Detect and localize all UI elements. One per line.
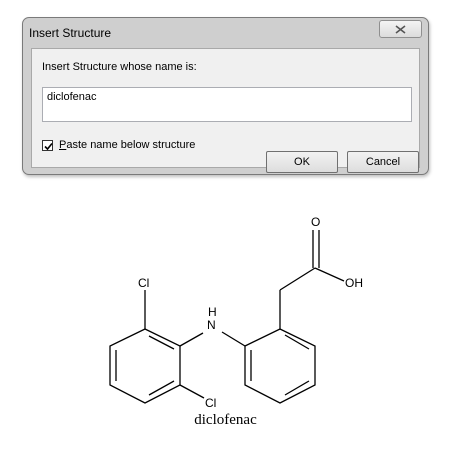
- atom-cl-top: Cl: [138, 276, 149, 290]
- structure-caption: diclofenac: [194, 412, 257, 428]
- atom-oh: OH: [345, 276, 363, 290]
- right-ring: [244, 328, 316, 404]
- structure-bonds: [109, 230, 345, 404]
- bond-n-c: [221, 331, 246, 347]
- left-ring-double-bonds: [115, 335, 175, 396]
- bond-c-oh: [314, 267, 345, 282]
- diclofenac-structure: O OH Cl Cl H N: [109, 215, 363, 410]
- bond-ch2-c: [279, 267, 316, 291]
- atom-o-carbonyl: O: [311, 215, 320, 229]
- left-ring: [109, 328, 181, 404]
- atom-n-amine: N: [207, 318, 216, 332]
- atom-cl-bottom: Cl: [205, 396, 216, 410]
- bond-cl-bottom: [179, 384, 205, 399]
- bond-c-o-double: [312, 230, 320, 268]
- bond-c-n: [179, 332, 204, 347]
- right-ring-double-bonds: [250, 334, 310, 396]
- atom-h-amine: H: [208, 305, 217, 319]
